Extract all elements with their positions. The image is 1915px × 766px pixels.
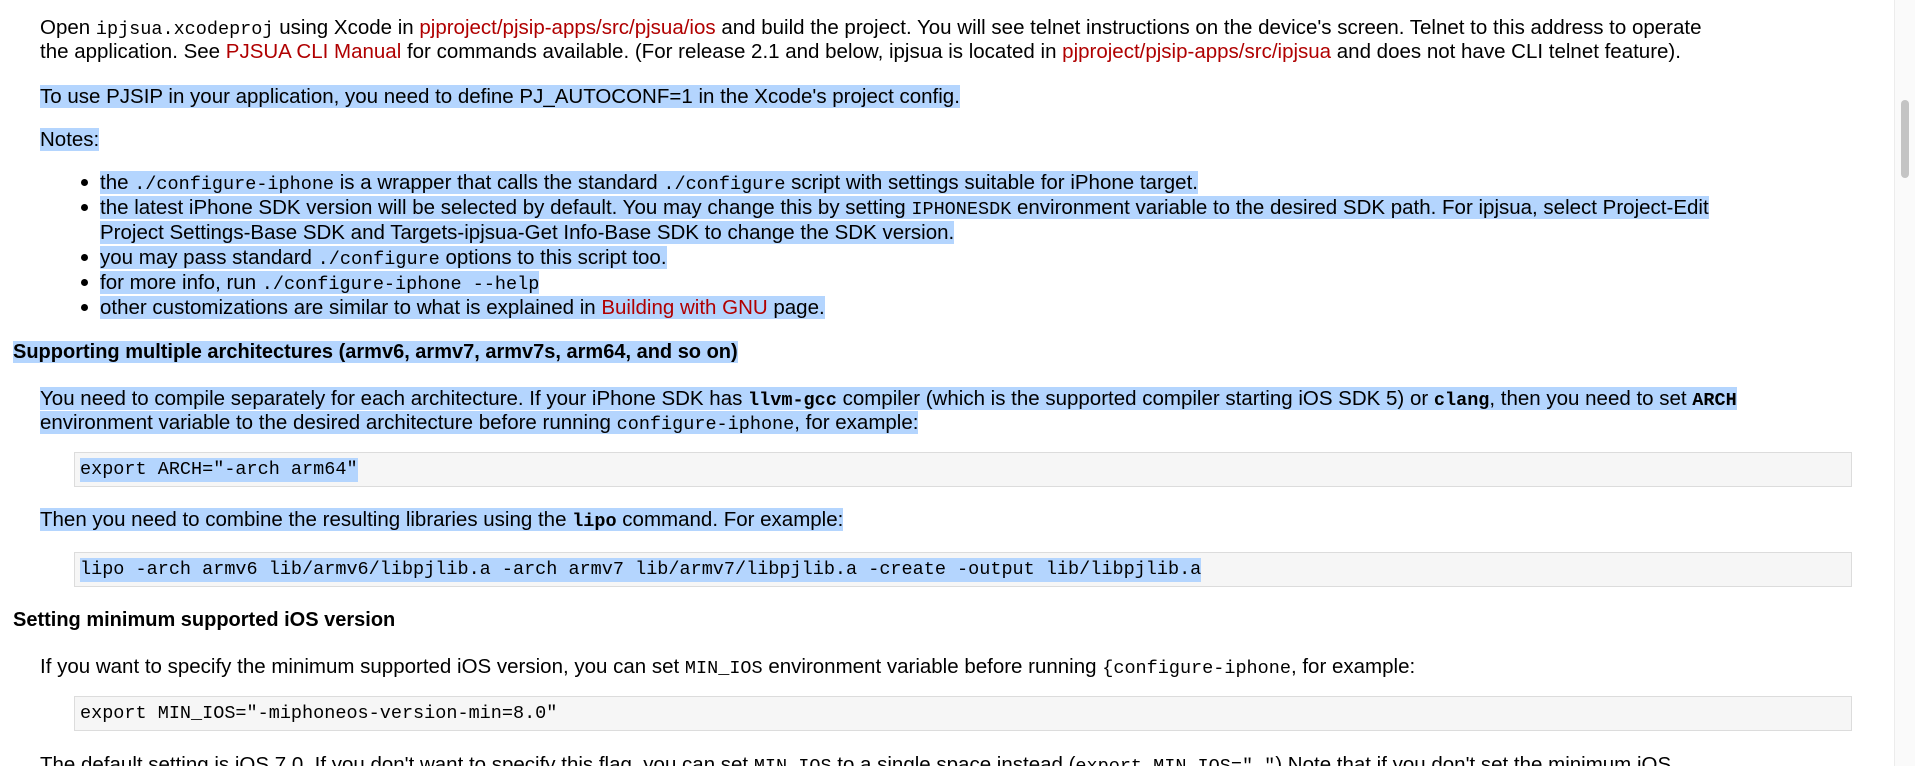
configure-iphone-code: {configure-iphone <box>1102 658 1291 679</box>
intro-text: Open <box>40 16 96 39</box>
arch-text: You need to compile separately for each … <box>40 387 749 410</box>
scrollbar-thumb[interactable] <box>1901 100 1909 178</box>
note-item-2: the latest iPhone SDK version will be se… <box>100 195 1709 222</box>
code-text: export ARCH="-arch arm64" <box>80 458 358 482</box>
lipo-paragraph: Then you need to combine the resulting l… <box>40 507 844 534</box>
min-ios-code: MIN_IOS <box>754 756 832 766</box>
arch-text: , then you need to set <box>1489 387 1693 410</box>
bullet-icon <box>81 279 88 286</box>
note-text: options to this script too. <box>439 246 667 269</box>
llvm-gcc-code: llvm-gcc <box>748 390 837 411</box>
code-text: export MIN_IOS="-miphoneos-version-min=8… <box>80 703 558 724</box>
note-item-1: the ./configure-iphone is a wrapper that… <box>100 170 1198 197</box>
intro-text: and build the project. You will see teln… <box>715 16 1702 39</box>
building-with-gnu-link[interactable]: Building with GNU <box>601 296 767 319</box>
bullet-icon <box>81 254 88 261</box>
note-text: other customizations are similar to what… <box>100 296 602 319</box>
cli-manual-link[interactable]: PJSUA CLI Manual <box>226 40 401 63</box>
minios-text: environment variable before running <box>762 655 1103 678</box>
code-text: lipo -arch armv6 lib/armv6/libpjlib.a -a… <box>80 558 1202 582</box>
minios-text: ) Note that if you don't set the minimum… <box>1275 753 1672 766</box>
arch-text: compiler (which is the supported compile… <box>836 387 1434 410</box>
code-block-lipo: lipo -arch armv6 lib/armv6/libpjlib.a -a… <box>74 552 1852 587</box>
autoconf-paragraph: To use PJSIP in your application, you ne… <box>40 84 960 109</box>
intro-text: using Xcode in <box>273 16 420 39</box>
arch-text: environment variable to the desired arch… <box>40 411 617 434</box>
arch-text: , for example: <box>794 411 919 434</box>
arch-paragraph-line-1: You need to compile separately for each … <box>40 386 1737 413</box>
arch-heading-text: Supporting multiple architectures (armv6… <box>13 341 738 363</box>
intro-text: the application. See <box>40 40 226 63</box>
note-text: script with settings suitable for iPhone… <box>785 171 1198 194</box>
minios-default-paragraph: The default setting is iOS 7.0. If you d… <box>40 752 1671 766</box>
lipo-text: command. For example: <box>616 508 844 531</box>
arch-code: ARCH <box>1692 390 1737 411</box>
min-ios-code: MIN_IOS <box>684 658 763 679</box>
note-item-4: for more info, run ./configure-iphone --… <box>100 270 540 297</box>
minios-paragraph: If you want to specify the minimum suppo… <box>40 654 1415 681</box>
vertical-scrollbar[interactable] <box>1894 0 1915 766</box>
minios-heading: Setting minimum supported iOS version <box>13 608 395 633</box>
note-code: ./configure-iphone <box>134 174 335 195</box>
minios-text: , for example: <box>1290 655 1416 678</box>
autoconf-text: To use PJSIP in your application, you ne… <box>40 85 960 108</box>
bullet-icon <box>81 304 88 311</box>
intro-line-1: Open ipjsua.xcodeproj using Xcode in pjp… <box>40 15 1702 42</box>
note-code: IPHONESDK <box>911 199 1012 220</box>
bullet-icon <box>81 204 88 211</box>
note-text: you may pass standard <box>100 246 318 269</box>
code-block-minios: export MIN_IOS="-miphoneos-version-min=8… <box>74 696 1852 731</box>
note-text: environment variable to the desired SDK … <box>1011 196 1709 219</box>
code-block-arch: export ARCH="-arch arm64" <box>74 452 1852 487</box>
minios-heading-text: Setting minimum supported iOS version <box>13 609 396 631</box>
note-item-2-continued: Project Settings-Base SDK and Targets-ip… <box>100 220 955 245</box>
note-text: the <box>100 171 135 194</box>
note-item-3: you may pass standard ./configure option… <box>100 245 667 272</box>
minios-text: If you want to specify the minimum suppo… <box>40 655 685 678</box>
intro-text: for commands available. (For release 2.1… <box>401 40 1063 63</box>
note-text: Project Settings-Base SDK and Targets-ip… <box>100 221 955 244</box>
lipo-code: lipo <box>572 511 617 532</box>
arch-heading: Supporting multiple architectures (armv6… <box>13 340 738 365</box>
note-code: ./configure <box>663 174 786 195</box>
intro-line-2: the application. See PJSUA CLI Manual fo… <box>40 39 1681 64</box>
note-text: page. <box>767 296 825 319</box>
intro-text: and does not have CLI telnet feature). <box>1331 40 1681 63</box>
lipo-text: Then you need to combine the resulting l… <box>40 508 573 531</box>
arch-paragraph-line-2: environment variable to the desired arch… <box>40 410 919 437</box>
configure-iphone-code: configure-iphone <box>616 414 795 435</box>
minios-text: The default setting is iOS 7.0. If you d… <box>40 753 754 766</box>
page-content: Open ipjsua.xcodeproj using Xcode in pjp… <box>0 0 1895 766</box>
note-code: ./configure-iphone --help <box>261 274 540 295</box>
minios-text: to a single space instead ( <box>831 753 1076 766</box>
xcodeproj-code: ipjsua.xcodeproj <box>95 19 274 40</box>
clang-code: clang <box>1433 390 1490 411</box>
note-text: the latest iPhone SDK version will be se… <box>100 196 912 219</box>
note-text: for more info, run <box>100 271 262 294</box>
ios-path-link[interactable]: pjproject/pjsip-apps/src/pjsua/ios <box>419 16 715 39</box>
export-min-ios-code: export MIN_IOS=" " <box>1075 756 1275 766</box>
bullet-icon <box>81 179 88 186</box>
note-item-5: other customizations are similar to what… <box>100 295 825 320</box>
note-code: ./configure <box>317 249 440 270</box>
notes-label-text: Notes: <box>40 128 100 151</box>
ipjsua-path-link[interactable]: pjproject/pjsip-apps/src/ipjsua <box>1062 40 1331 63</box>
notes-label: Notes: <box>40 127 100 152</box>
note-text: is a wrapper that calls the standard <box>334 171 664 194</box>
